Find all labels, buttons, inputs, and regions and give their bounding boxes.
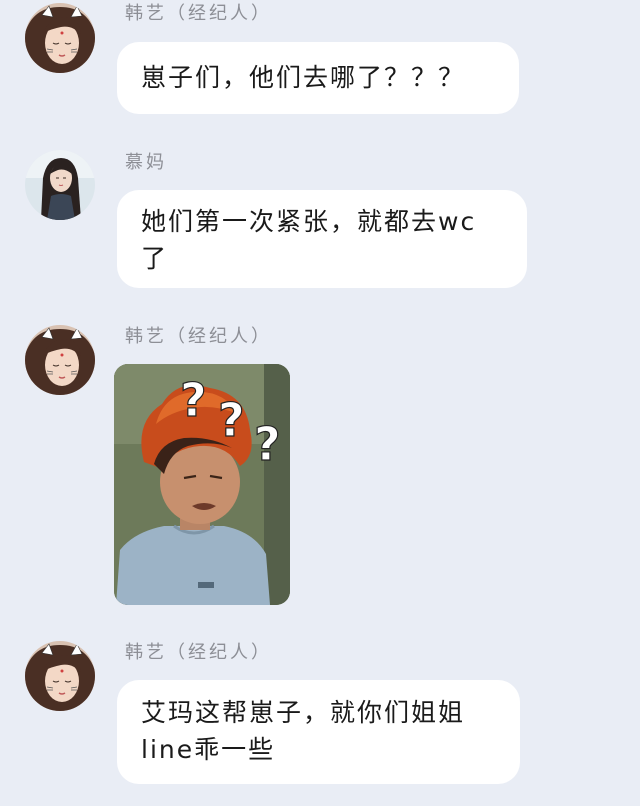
svg-text:?: ?	[254, 417, 281, 471]
sender-name: 韩艺（经纪人）	[125, 642, 272, 663]
message-row: 韩艺（经纪人） 艾玛这帮崽子，就你们姐姐 line乖一些	[0, 638, 640, 798]
sender-avatar[interactable]	[25, 641, 95, 711]
message-text-line: line乖一些	[141, 735, 276, 764]
sender-avatar[interactable]	[25, 325, 95, 395]
image-message[interactable]: ? ? ?	[114, 364, 290, 605]
message-row: 慕妈 她们第一次紧张，就都去wc 了	[0, 148, 640, 298]
message-bubble[interactable]: 艾玛这帮崽子，就你们姐姐 line乖一些	[117, 680, 520, 784]
girl-cat-ears-avatar-icon	[25, 325, 95, 395]
svg-text:?: ?	[218, 393, 245, 447]
message-bubble[interactable]: 崽子们，他们去哪了？？？	[117, 42, 519, 114]
svg-text:?: ?	[180, 373, 207, 427]
message-row: 韩艺（经纪人） ? ? ?	[0, 322, 640, 612]
sender-avatar[interactable]	[25, 3, 95, 73]
message-row: 韩艺（经纪人） 崽子们，他们去哪了？？？	[0, 0, 640, 130]
message-text-line: 了	[141, 244, 169, 273]
sender-name: 韩艺（经纪人）	[125, 326, 272, 347]
girl-long-hair-avatar-icon	[25, 150, 95, 220]
sender-name: 慕妈	[125, 152, 167, 173]
girl-cat-ears-avatar-icon	[25, 641, 95, 711]
message-text-line: 艾玛这帮崽子，就你们姐姐	[141, 698, 466, 727]
sender-name: 韩艺（经纪人）	[125, 3, 272, 24]
sender-avatar[interactable]	[25, 150, 95, 220]
confused-boy-meme-image-icon: ? ? ?	[114, 364, 290, 605]
message-text-line: 她们第一次紧张，就都去wc	[141, 207, 477, 236]
message-bubble[interactable]: 她们第一次紧张，就都去wc 了	[117, 190, 527, 288]
girl-cat-ears-avatar-icon	[25, 3, 95, 73]
message-text: 崽子们，他们去哪了？？？	[141, 63, 466, 92]
